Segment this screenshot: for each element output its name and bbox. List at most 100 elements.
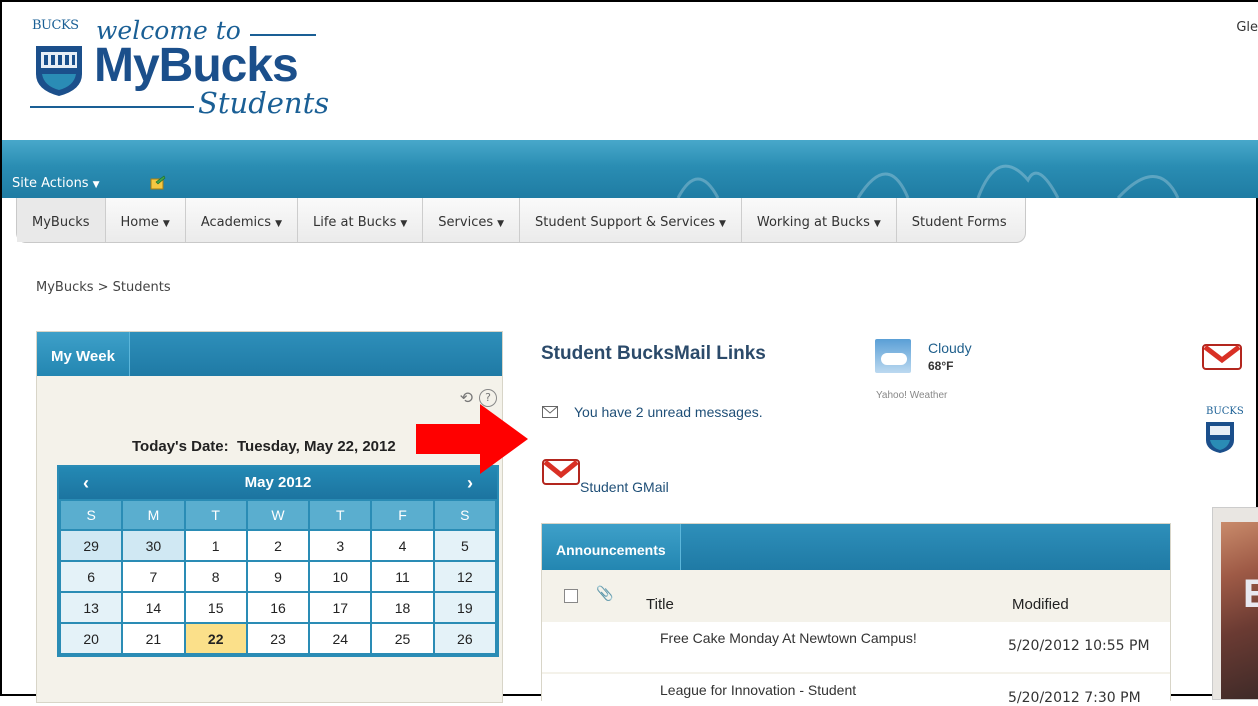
calendar-day[interactable]: 11 <box>372 562 433 591</box>
announcements-titlebar: Announcements <box>542 524 1170 570</box>
chevron-down-icon: ▼ <box>92 180 100 190</box>
promo-photo[interactable]: E <box>1212 507 1258 700</box>
calendar-day[interactable]: 9 <box>247 562 309 591</box>
weekday-header: W <box>247 501 309 529</box>
weekday-header: S <box>61 501 122 529</box>
calendar-day[interactable]: 19 <box>434 593 495 622</box>
announcement-title[interactable]: League for Innovation - Student <box>660 682 920 699</box>
chevron-down-icon: ▼ <box>718 219 726 229</box>
weekday-header: F <box>372 501 433 529</box>
calendar-day[interactable]: 7 <box>123 562 184 591</box>
mybucks-logo[interactable]: BUCKS welcome to MyBucks Students <box>30 8 330 128</box>
today-value: Tuesday, May 22, 2012 <box>237 438 396 455</box>
logo-rule <box>250 34 316 36</box>
breadcrumb[interactable]: MyBucks > Students <box>36 280 171 295</box>
logo-rule <box>30 106 194 108</box>
nav-label: MyBucks <box>32 215 90 230</box>
nav-home[interactable]: Home ▼ <box>106 198 186 242</box>
calendar-day[interactable]: 25 <box>372 624 433 653</box>
weekday-header: T <box>185 501 246 529</box>
envelope-icon <box>542 406 558 418</box>
nav-student-forms[interactable]: Student Forms <box>897 198 1025 242</box>
table-row[interactable]: League for Innovation - Student 5/20/201… <box>542 674 1170 706</box>
calendar-day[interactable]: 15 <box>185 593 246 622</box>
site-header: BUCKS welcome to MyBucks Students Gle <box>2 2 1258 141</box>
calendar-day[interactable]: 21 <box>123 624 184 653</box>
nav-label: Services <box>438 215 494 230</box>
announcement-title[interactable]: Free Cake Monday At Newtown Campus! <box>660 630 920 647</box>
calendar-day[interactable]: 22 <box>185 624 246 653</box>
weather-condition[interactable]: Cloudy <box>928 340 972 356</box>
calendar-day[interactable]: 4 <box>372 531 433 560</box>
calendar-day[interactable]: 20 <box>61 624 122 653</box>
student-gmail-link[interactable]: Student GMail <box>580 479 669 495</box>
column-title[interactable]: Title <box>646 596 674 613</box>
announcements-tab[interactable]: Announcements <box>542 524 681 570</box>
gmail-icon[interactable] <box>1202 342 1242 372</box>
chevron-down-icon: ▼ <box>400 219 408 229</box>
column-modified[interactable]: Modified <box>1012 596 1069 613</box>
calendar-day[interactable]: 16 <box>247 593 309 622</box>
table-row[interactable]: Free Cake Monday At Newtown Campus! 5/20… <box>542 622 1170 672</box>
site-actions-menu[interactable]: Site Actions ▼ <box>12 176 100 191</box>
nav-student-support-services[interactable]: Student Support & Services ▼ <box>520 198 742 242</box>
chevron-down-icon: ▼ <box>275 219 282 229</box>
nav-academics[interactable]: Academics ▼ <box>186 198 298 242</box>
calendar-day[interactable]: 2 <box>247 531 309 560</box>
chevron-down-icon: ▼ <box>873 219 881 229</box>
nav-life-at-bucks[interactable]: Life at Bucks ▼ <box>298 198 424 242</box>
calendar-day[interactable]: 1 <box>185 531 246 560</box>
calendar-day[interactable]: 14 <box>123 593 184 622</box>
calendar-day[interactable]: 24 <box>310 624 371 653</box>
header-banner <box>2 140 1258 198</box>
nav-label: Academics <box>200 215 272 230</box>
weekday-header: M <box>123 501 184 529</box>
banner-decoration <box>676 164 1180 198</box>
weekday-header: S <box>434 501 495 529</box>
calendar-day[interactable]: 6 <box>61 562 122 591</box>
weather-temperature: 68°F <box>928 359 954 373</box>
calendar-day[interactable]: 8 <box>185 562 246 591</box>
bucks-crest-icon[interactable] <box>1204 420 1236 454</box>
my-week-tab[interactable]: My Week <box>37 332 130 376</box>
edit-page-icon[interactable] <box>150 174 166 190</box>
logo-mybucks-text: MyBucks <box>94 39 299 92</box>
calendar-day[interactable]: 10 <box>310 562 371 591</box>
bucksmail-title: Student BucksMail Links <box>541 343 766 364</box>
todays-date: Today's Date: Tuesday, May 22, 2012 <box>132 438 396 455</box>
nav-label: Working at Bucks <box>756 215 870 230</box>
calendar-day[interactable]: 3 <box>310 531 371 560</box>
my-week-titlebar: My Week <box>37 332 502 376</box>
attachment-icon: 📎 <box>596 586 614 602</box>
nav-label: Student Support & Services <box>535 215 715 230</box>
bucks-crest-icon <box>36 46 82 96</box>
cloudy-weather-icon <box>875 339 911 373</box>
calendar-day[interactable]: 26 <box>434 624 495 653</box>
select-all-checkbox[interactable] <box>564 589 578 603</box>
nav-label: Student Forms <box>911 215 1007 230</box>
calendar-day[interactable]: 13 <box>61 593 122 622</box>
calendar-day[interactable]: 23 <box>247 624 309 653</box>
announcements-panel: Announcements 📎 Title Modified Free Cake… <box>541 523 1171 706</box>
chevron-down-icon: ▼ <box>162 219 170 229</box>
my-week-panel: My Week ⟲ ? Today's Date: Tuesday, May 2… <box>36 331 503 703</box>
calendar-day[interactable]: 30 <box>123 531 184 560</box>
nav-services[interactable]: Services ▼ <box>423 198 521 242</box>
nav-label: Life at Bucks <box>313 215 397 230</box>
calendar-day[interactable]: 18 <box>372 593 433 622</box>
nav-mybucks[interactable]: MyBucks <box>17 198 106 242</box>
weather-source[interactable]: Yahoo! Weather <box>876 390 947 401</box>
unread-messages-link[interactable]: You have 2 unread messages. <box>574 404 763 420</box>
calendar-day[interactable]: 17 <box>310 593 371 622</box>
logo-bucks-wordmark: BUCKS <box>32 18 79 33</box>
calendar-day[interactable]: 5 <box>434 531 495 560</box>
calendar-day[interactable]: 12 <box>434 562 495 591</box>
calendar-grid: SMTWTFS 29 30 1 2 3 4 5 6 7 8 9 10 11 12 13 14 15 16 17 18 1… <box>59 499 497 655</box>
gmail-icon[interactable] <box>542 457 580 487</box>
calendar-day[interactable]: 29 <box>61 531 122 560</box>
logo-students-text: Students <box>198 86 330 120</box>
user-name[interactable]: Gle <box>1236 20 1258 35</box>
announcements-header-row: 📎 Title Modified <box>542 570 1170 622</box>
promo-letter: E <box>1243 572 1258 617</box>
nav-working-at-bucks[interactable]: Working at Bucks ▼ <box>742 198 897 242</box>
